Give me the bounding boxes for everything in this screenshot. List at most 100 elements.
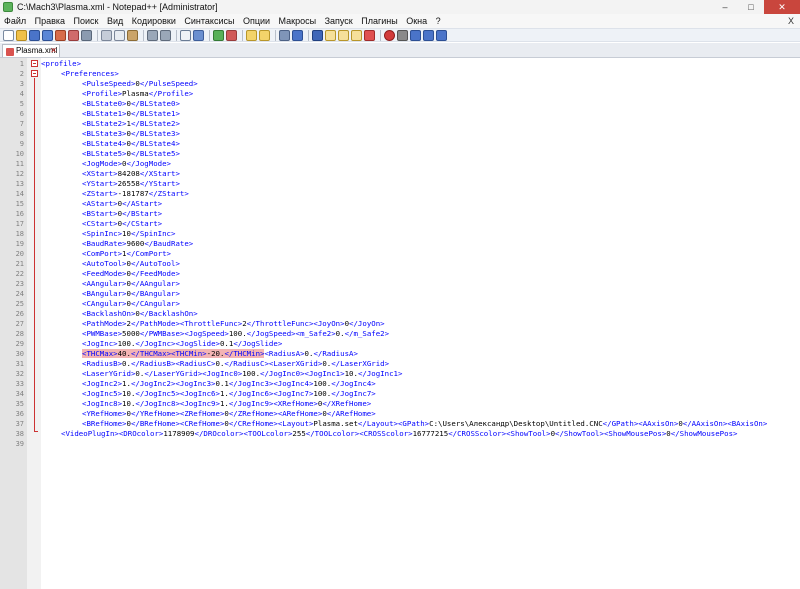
code-line: 34 <JogInc5>10.</JogInc5><JogInc6>1.</Jog…: [0, 389, 800, 399]
xml-tag: <RadiusA>: [264, 349, 305, 358]
document-map-icon[interactable]: [338, 29, 349, 41]
line-number: 36: [15, 410, 24, 418]
record-macro-icon[interactable]: [384, 29, 395, 41]
redo-icon[interactable]: [160, 29, 171, 41]
line-number: 28: [15, 330, 24, 338]
zoom-out-icon[interactable]: [226, 29, 237, 41]
xml-tag: </JoyOn>: [349, 319, 385, 328]
cut-icon[interactable]: [101, 29, 112, 41]
monitoring-icon[interactable]: [364, 29, 375, 41]
run-macro-multiple-icon[interactable]: [423, 29, 434, 41]
xml-tag: </YRefHome>: [130, 409, 180, 418]
code-text: <BStart>0</BStart>: [82, 209, 162, 219]
code-text: <JogInc5>10.</JogInc5><JogInc6>1.</JogIn…: [82, 389, 376, 399]
line-number: 35: [15, 400, 24, 408]
line-number: 10: [15, 150, 24, 158]
code-line: 24 <BAngular>0</BAngular>: [0, 289, 800, 299]
tab-plasma-xml[interactable]: Plasma.xml ✕: [2, 44, 60, 57]
menu-run[interactable]: Запуск: [325, 14, 353, 28]
sync-vertical-icon[interactable]: [246, 29, 257, 41]
close-document-button[interactable]: X: [788, 14, 794, 28]
minimize-button[interactable]: –: [712, 0, 738, 14]
xml-tag: </JogInc6>: [228, 389, 274, 398]
xml-tag: <XStart>: [82, 169, 118, 178]
xml-tag: <JoyOn>: [313, 319, 345, 328]
new-file-icon[interactable]: [3, 29, 14, 41]
menu-language[interactable]: Синтаксисы: [184, 14, 234, 28]
xml-value: 84208: [117, 169, 140, 178]
find-icon[interactable]: [180, 29, 191, 41]
save-icon[interactable]: [29, 29, 40, 41]
xml-tag: </JogInc1>: [357, 369, 403, 378]
menu-file[interactable]: Файл: [4, 14, 26, 28]
code-text: <VideoPlugIn><DROcolor>1178909</DROcolor…: [61, 429, 737, 439]
close-window-button[interactable]: ✕: [764, 0, 800, 14]
xml-tag: </YStart>: [139, 179, 180, 188]
line-number: 38: [15, 430, 24, 438]
xml-tag: </CStart>: [122, 219, 163, 228]
menu-view[interactable]: Вид: [107, 14, 123, 28]
user-language-icon[interactable]: [325, 29, 336, 41]
xml-tag: </CRefHome>: [228, 419, 278, 428]
code-text: <AutoTool>0</AutoTool>: [82, 259, 180, 269]
xml-tag: </LaserXGrid>: [331, 359, 390, 368]
menu-help[interactable]: ?: [436, 14, 441, 28]
xml-tag: <BaudRate>: [82, 239, 127, 248]
xml-tag: <CAngular>: [82, 299, 127, 308]
menu-search[interactable]: Поиск: [74, 14, 99, 28]
code-line: 39: [0, 439, 800, 449]
code-text: <JogInc8>10.</JogInc8><JogInc9>1.</JogIn…: [82, 399, 371, 409]
stop-recording-icon[interactable]: [397, 29, 408, 41]
menu-macro[interactable]: Макросы: [279, 14, 317, 28]
copy-icon[interactable]: [114, 29, 125, 41]
menu-encoding[interactable]: Кодировки: [132, 14, 176, 28]
undo-icon[interactable]: [147, 29, 158, 41]
xml-tag: </JogInc3>: [228, 379, 274, 388]
xml-tag: </BLState3>: [130, 129, 180, 138]
menu-edit[interactable]: Правка: [35, 14, 65, 28]
line-number: 15: [15, 200, 24, 208]
code-line: 16 <BStart>0</BStart>: [0, 209, 800, 219]
menu-window[interactable]: Окна: [406, 14, 427, 28]
menu-settings[interactable]: Опции: [243, 14, 270, 28]
xml-tag: <YRefHome>: [82, 409, 127, 418]
show-all-characters-icon[interactable]: [292, 29, 303, 41]
xml-value: 40.: [117, 349, 131, 358]
line-number: 12: [15, 170, 24, 178]
playback-macro-icon[interactable]: [410, 29, 421, 41]
line-number: 4: [19, 90, 24, 98]
xml-tag: <YStart>: [82, 179, 118, 188]
xml-tag: <ThrottleFunc>: [179, 319, 243, 328]
menu-plugins[interactable]: Плагины: [361, 14, 397, 28]
indent-guide-icon[interactable]: [312, 29, 323, 41]
xml-value: 0.: [335, 329, 345, 338]
line-number: 31: [15, 360, 24, 368]
replace-icon[interactable]: [193, 29, 204, 41]
line-number: 37: [15, 420, 24, 428]
print-icon[interactable]: [81, 29, 92, 41]
xml-tag: </BLState1>: [130, 109, 180, 118]
xml-tag: </ZRefHome>: [228, 409, 278, 418]
function-list-icon[interactable]: [351, 29, 362, 41]
save-macro-icon[interactable]: [436, 29, 447, 41]
close-file-icon[interactable]: [55, 29, 66, 41]
xml-value: 1.: [122, 379, 131, 388]
code-text: <PWMBase>5000</PWMBase><JogSpeed>100.</J…: [82, 329, 389, 339]
code-text: <BLState3>0</BLState3>: [82, 129, 180, 139]
maximize-button[interactable]: □: [738, 0, 764, 14]
xml-tag: <ARefHome>: [277, 409, 323, 418]
save-all-icon[interactable]: [42, 29, 53, 41]
sync-horizontal-icon[interactable]: [259, 29, 270, 41]
zoom-in-icon[interactable]: [213, 29, 224, 41]
xml-tag: </ComPort>: [126, 249, 172, 258]
editor-area[interactable]: 1 <profile> 2 <Preferences> 3 <PulseSpeed>0</…: [0, 58, 800, 589]
code-line: 8 <BLState3>0</BLState3>: [0, 129, 800, 139]
code-text: <THCMax>40.</THCMax><THCMin>-20.</THCMin…: [82, 349, 358, 359]
xml-tag: <TOOLcolor>: [243, 429, 293, 438]
word-wrap-icon[interactable]: [279, 29, 290, 41]
xml-value: 100.: [313, 379, 332, 388]
open-folder-icon[interactable]: [16, 29, 27, 41]
close-all-icon[interactable]: [68, 29, 79, 41]
paste-icon[interactable]: [127, 29, 138, 41]
tab-close-icon[interactable]: ✕: [50, 45, 57, 57]
